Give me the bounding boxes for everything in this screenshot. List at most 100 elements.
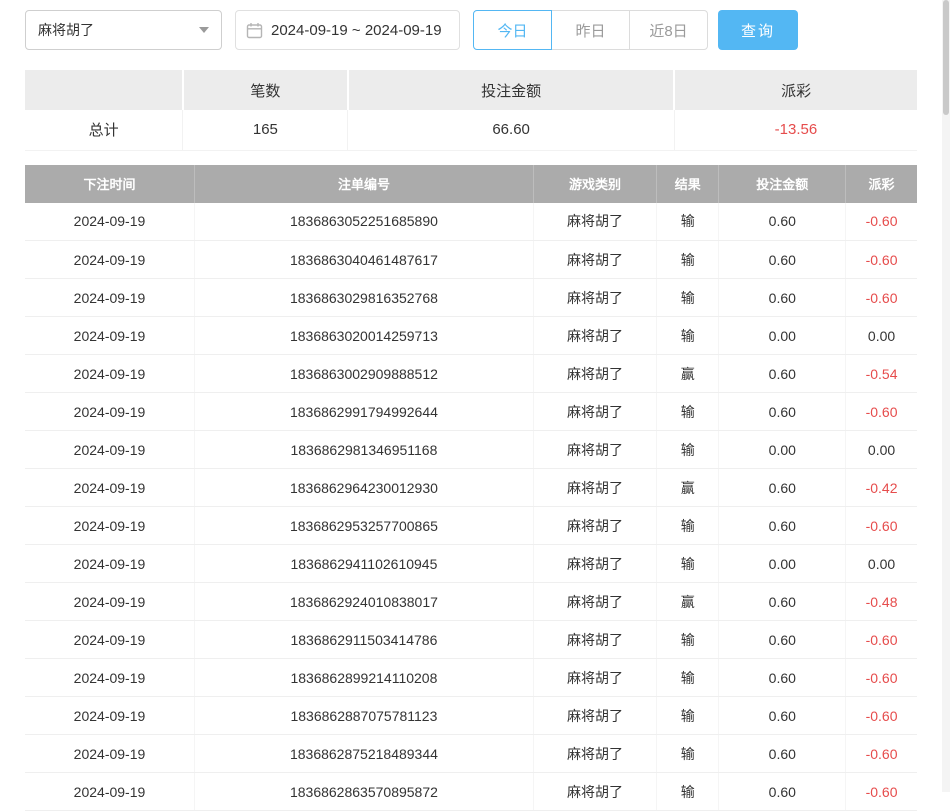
summary-count-value: 165 (183, 110, 348, 150)
chevron-down-icon (199, 27, 209, 33)
scrollbar-track[interactable] (942, 0, 950, 792)
cell-bet-time: 2024-09-19 (25, 317, 194, 355)
cell-bet-time: 2024-09-19 (25, 621, 194, 659)
cell-bet-amount: 0.60 (719, 659, 846, 697)
cell-payout: -0.60 (846, 659, 917, 697)
quick-range-group: 今日 昨日 近8日 (473, 10, 708, 50)
summary-header-payout: 派彩 (674, 70, 917, 110)
cell-result: 输 (657, 659, 719, 697)
cell-order-id: 1836862953257700865 (194, 507, 533, 545)
cell-game-type: 麻将胡了 (533, 393, 656, 431)
header-payout: 派彩 (846, 165, 917, 203)
date-range-input[interactable]: 2024-09-19 ~ 2024-09-19 (235, 10, 460, 50)
cell-bet-time: 2024-09-19 (25, 241, 194, 279)
date-range-value: 2024-09-19 ~ 2024-09-19 (271, 22, 442, 39)
cell-bet-time: 2024-09-19 (25, 735, 194, 773)
cell-bet-amount: 0.60 (719, 507, 846, 545)
cell-order-id: 1836862981346951168 (194, 431, 533, 469)
cell-order-id: 1836862899214110208 (194, 659, 533, 697)
summary-total-row: 总计 165 66.60 -13.56 (25, 110, 917, 150)
summary-payout-value: -13.56 (674, 110, 917, 150)
cell-game-type: 麻将胡了 (533, 697, 656, 735)
table-row: 2024-09-19 1836862911503414786 麻将胡了 输 0.… (25, 621, 917, 659)
cell-bet-time: 2024-09-19 (25, 393, 194, 431)
cell-payout: -0.54 (846, 355, 917, 393)
cell-result: 输 (657, 507, 719, 545)
table-row: 2024-09-19 1836862899214110208 麻将胡了 输 0.… (25, 659, 917, 697)
table-row: 2024-09-19 1836862887075781123 麻将胡了 输 0.… (25, 697, 917, 735)
cell-result: 输 (657, 317, 719, 355)
cell-result: 输 (657, 697, 719, 735)
yesterday-button[interactable]: 昨日 (551, 10, 630, 50)
cell-order-id: 1836862964230012930 (194, 469, 533, 507)
cell-payout: -0.60 (846, 203, 917, 241)
bets-table: 下注时间 注单编号 游戏类别 结果 投注金额 派彩 2024-09-19 183… (25, 165, 917, 811)
cell-payout: -0.60 (846, 735, 917, 773)
query-button[interactable]: 查询 (718, 10, 798, 50)
cell-payout: -0.42 (846, 469, 917, 507)
cell-bet-time: 2024-09-19 (25, 203, 194, 241)
summary-bet-amount-value: 66.60 (348, 110, 674, 150)
cell-bet-amount: 0.60 (719, 583, 846, 621)
cell-order-id: 1836863029816352768 (194, 279, 533, 317)
cell-result: 输 (657, 545, 719, 583)
calendar-icon (246, 22, 263, 39)
cell-game-type: 麻将胡了 (533, 203, 656, 241)
table-row: 2024-09-19 1836863002909888512 麻将胡了 赢 0.… (25, 355, 917, 393)
last-8-days-button[interactable]: 近8日 (629, 10, 708, 50)
cell-result: 赢 (657, 583, 719, 621)
scrollbar-thumb[interactable] (943, 0, 949, 115)
table-row: 2024-09-19 1836863052251685890 麻将胡了 输 0.… (25, 203, 917, 241)
cell-bet-time: 2024-09-19 (25, 507, 194, 545)
betting-records-page: 麻将胡了 2024-09-19 ~ 2024-09-19 今日 昨日 近8日 查… (0, 0, 950, 811)
table-row: 2024-09-19 1836863029816352768 麻将胡了 输 0.… (25, 279, 917, 317)
cell-order-id: 1836863002909888512 (194, 355, 533, 393)
cell-game-type: 麻将胡了 (533, 545, 656, 583)
bets-header-row: 下注时间 注单编号 游戏类别 结果 投注金额 派彩 (25, 165, 917, 203)
cell-payout: -0.60 (846, 697, 917, 735)
table-row: 2024-09-19 1836863020014259713 麻将胡了 输 0.… (25, 317, 917, 355)
cell-result: 输 (657, 203, 719, 241)
table-row: 2024-09-19 1836862924010838017 麻将胡了 赢 0.… (25, 583, 917, 621)
filter-toolbar: 麻将胡了 2024-09-19 ~ 2024-09-19 今日 昨日 近8日 查… (25, 10, 917, 50)
table-row: 2024-09-19 1836863040461487617 麻将胡了 输 0.… (25, 241, 917, 279)
cell-game-type: 麻将胡了 (533, 659, 656, 697)
cell-payout: -0.48 (846, 583, 917, 621)
cell-result: 输 (657, 241, 719, 279)
cell-order-id: 1836863052251685890 (194, 203, 533, 241)
header-game-type: 游戏类别 (533, 165, 656, 203)
game-select[interactable]: 麻将胡了 (25, 10, 222, 50)
cell-order-id: 1836862887075781123 (194, 697, 533, 735)
cell-payout: 0.00 (846, 431, 917, 469)
header-bet-time: 下注时间 (25, 165, 194, 203)
cell-game-type: 麻将胡了 (533, 583, 656, 621)
summary-header-empty (25, 70, 183, 110)
cell-bet-time: 2024-09-19 (25, 545, 194, 583)
header-result: 结果 (657, 165, 719, 203)
summary-total-label: 总计 (25, 110, 183, 150)
cell-game-type: 麻将胡了 (533, 621, 656, 659)
cell-bet-amount: 0.60 (719, 735, 846, 773)
cell-payout: 0.00 (846, 317, 917, 355)
cell-bet-amount: 0.60 (719, 279, 846, 317)
game-select-value: 麻将胡了 (38, 20, 94, 40)
cell-bet-time: 2024-09-19 (25, 583, 194, 621)
cell-order-id: 1836863020014259713 (194, 317, 533, 355)
table-row: 2024-09-19 1836862991794992644 麻将胡了 输 0.… (25, 393, 917, 431)
cell-game-type: 麻将胡了 (533, 279, 656, 317)
cell-bet-time: 2024-09-19 (25, 431, 194, 469)
cell-bet-time: 2024-09-19 (25, 279, 194, 317)
cell-order-id: 1836862924010838017 (194, 583, 533, 621)
cell-order-id: 1836862911503414786 (194, 621, 533, 659)
table-row: 2024-09-19 1836862981346951168 麻将胡了 输 0.… (25, 431, 917, 469)
cell-order-id: 1836862941102610945 (194, 545, 533, 583)
cell-game-type: 麻将胡了 (533, 431, 656, 469)
cell-result: 输 (657, 279, 719, 317)
today-button[interactable]: 今日 (473, 10, 552, 50)
cell-bet-time: 2024-09-19 (25, 355, 194, 393)
cell-bet-amount: 0.60 (719, 393, 846, 431)
cell-bet-amount: 0.60 (719, 355, 846, 393)
cell-bet-amount: 0.00 (719, 431, 846, 469)
cell-payout: -0.60 (846, 621, 917, 659)
cell-order-id: 1836863040461487617 (194, 241, 533, 279)
